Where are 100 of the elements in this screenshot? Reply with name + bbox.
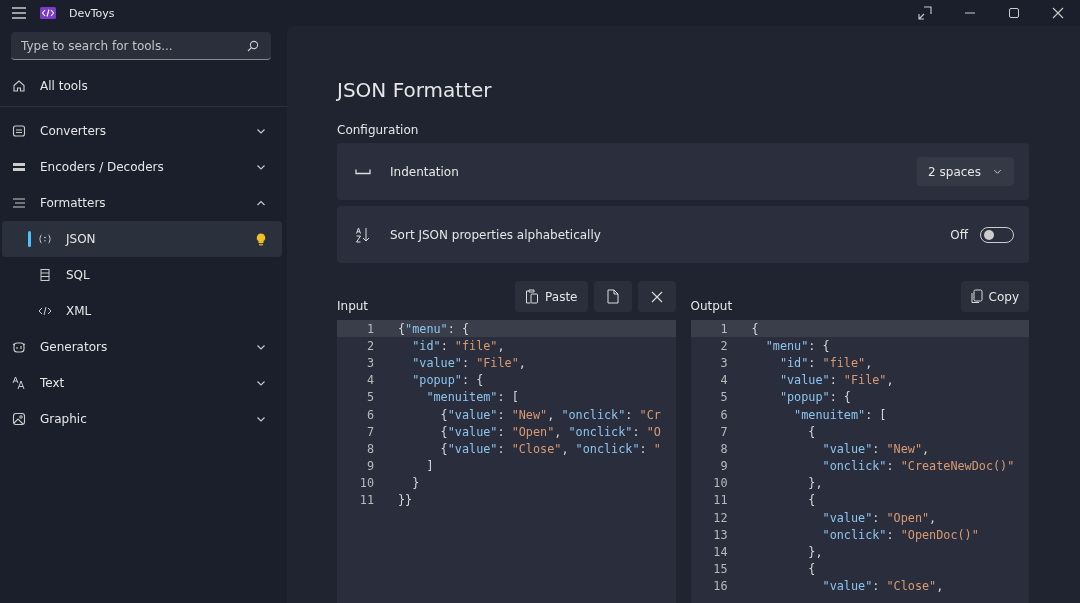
toggle-state: Off xyxy=(950,227,968,242)
code-editor[interactable] xyxy=(690,320,1029,603)
code-line: "menu": { xyxy=(764,338,830,353)
table-icon xyxy=(38,268,52,282)
code-line: {"value": "Open", "onclick": "O xyxy=(439,424,661,439)
chevron-icon[interactable] xyxy=(256,414,266,424)
code-line: }, xyxy=(807,545,823,560)
setting-label: Indentation xyxy=(390,164,460,179)
line-number: 1 xyxy=(719,321,728,336)
open-file-button[interactable] xyxy=(593,281,632,312)
code-icon xyxy=(38,304,52,318)
window-title: DevToys xyxy=(69,6,115,20)
sidebar-group[interactable]: Formatters xyxy=(2,185,282,221)
code-line: "value": "File", xyxy=(411,355,526,370)
sidebar-group[interactable]: Encoders / Decoders xyxy=(2,149,282,185)
converter-icon xyxy=(12,124,26,138)
code-line: { xyxy=(807,493,816,508)
line-number: 7 xyxy=(719,424,728,439)
code-line: "value": "File", xyxy=(778,373,894,388)
code-line: "onclick": "OpenDoc()" xyxy=(821,527,979,542)
line-number: 6 xyxy=(719,407,728,422)
page-title: JSON Formatter xyxy=(337,78,493,102)
clear-button[interactable] xyxy=(637,281,676,312)
code-line: "popup": { xyxy=(778,390,851,405)
binary-digits-icon xyxy=(12,160,26,174)
chevron-icon[interactable] xyxy=(256,162,266,172)
line-number: 3 xyxy=(365,355,374,370)
paste-button[interactable]: Paste xyxy=(515,281,588,312)
code-line: ] xyxy=(425,459,434,474)
space-icon xyxy=(355,168,371,175)
sidebar-group[interactable]: Graphic xyxy=(2,401,282,437)
sidebar-group[interactable]: Generators xyxy=(2,329,282,365)
copy-icon xyxy=(970,289,983,304)
line-number: 11 xyxy=(358,493,374,508)
sidebar-item[interactable]: XML xyxy=(2,293,282,329)
close-icon[interactable] xyxy=(1052,7,1064,19)
code-line: "value": "Open", xyxy=(821,510,937,525)
app-logo-icon xyxy=(40,7,56,19)
chevron-down-icon xyxy=(993,167,1002,176)
section-heading: Configuration xyxy=(337,123,420,137)
clipboard-icon xyxy=(525,289,540,304)
home-icon xyxy=(12,79,26,93)
pane-label: Input xyxy=(337,299,369,314)
code-line: { xyxy=(751,321,759,336)
chevron-icon[interactable] xyxy=(256,198,266,208)
code-line: } xyxy=(411,476,420,491)
file-icon xyxy=(606,289,619,304)
code-line: "value": "New", xyxy=(821,441,930,456)
copy-button[interactable]: Copy xyxy=(960,281,1029,312)
code-line: {"value": "Close", "onclick": " xyxy=(439,441,661,456)
code-line: }} xyxy=(398,493,413,508)
code-line: }, xyxy=(807,476,823,491)
line-number: 3 xyxy=(719,355,728,370)
sidebar-group[interactable]: Converters xyxy=(2,113,282,149)
line-number: 16 xyxy=(712,579,728,594)
line-number: 13 xyxy=(712,527,728,542)
line-number: 2 xyxy=(719,338,728,353)
search-field[interactable]: Type to search for tools... xyxy=(11,32,271,60)
braces-icon xyxy=(38,232,52,246)
close-icon xyxy=(650,290,663,303)
setting-label: Sort JSON properties alphabetically xyxy=(390,227,602,242)
indentation-dropdown[interactable]: 2 spaces xyxy=(917,157,1014,186)
sidebar-group[interactable]: Text xyxy=(2,365,282,401)
code-line: { xyxy=(807,424,816,439)
line-number: 8 xyxy=(365,441,374,456)
line-number: 12 xyxy=(712,510,728,525)
line-number: 10 xyxy=(358,476,374,491)
line-number: 9 xyxy=(365,459,374,474)
sidebar-item[interactable]: SQL xyxy=(2,257,282,293)
code-line: "value": "Close", xyxy=(821,579,944,594)
lines-icon xyxy=(12,196,26,210)
compact-overlay-icon[interactable] xyxy=(918,6,932,20)
chevron-icon[interactable] xyxy=(256,126,266,136)
chevron-icon[interactable] xyxy=(256,378,266,388)
line-number: 1 xyxy=(365,321,374,336)
maximize-icon[interactable] xyxy=(1008,7,1020,19)
line-number: 5 xyxy=(365,390,374,405)
sidebar-item[interactable]: All tools xyxy=(2,68,282,104)
pane-label: Output xyxy=(690,299,733,314)
robot-icon xyxy=(12,340,26,354)
code-line: {"value": "New", "onclick": "Cr xyxy=(439,407,661,422)
code-editor[interactable]: 1 {"menu": { 2 "id": "file", 3 "value": "File", 4 "popup": { 5 "menuitem": [ 6 {"value": "New", "onclick": "Cr 7 {"value": "Open", "onclick": "O 8 {"value": "Close", "onclick": " 9 ] 10 } 11 }} xyxy=(337,320,676,603)
image-icon xyxy=(12,412,26,426)
sort-icon xyxy=(355,226,371,243)
line-number: 15 xyxy=(712,562,728,577)
line-number: 14 xyxy=(712,545,728,560)
code-line: "onclick": "CreateNewDoc()" xyxy=(821,459,1015,474)
code-line: "menuitem": [ xyxy=(793,407,887,422)
letters-icon xyxy=(12,376,26,390)
line-number: 9 xyxy=(719,459,728,474)
search-icon[interactable] xyxy=(247,40,259,52)
code-line: "menuitem": [ xyxy=(425,390,519,405)
line-number: 7 xyxy=(365,424,374,439)
line-number: 4 xyxy=(365,373,374,388)
line-number: 10 xyxy=(712,476,728,491)
chevron-icon[interactable] xyxy=(256,342,266,352)
code-line: { xyxy=(807,562,816,577)
sidebar-item[interactable]: JSON xyxy=(2,221,282,257)
menu-icon[interactable] xyxy=(11,7,27,19)
code-line: {"menu": { xyxy=(398,321,470,336)
